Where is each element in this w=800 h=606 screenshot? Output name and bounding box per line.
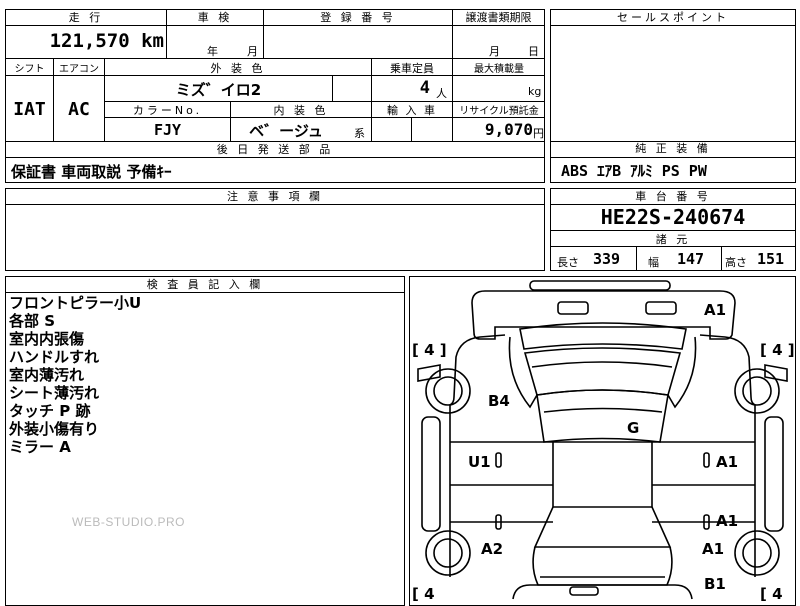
equipment-header: 純 正 装 備 [635,142,711,155]
import-label: 輸 入 車 [387,104,437,117]
car-diagram-box: [ 4 ] [ 4 ] [ 4 [ 4 A1 B4 G U1 A1 A1 A2 … [409,276,796,606]
parts-value: 保証書 車両取説 予備ｷｰ [11,163,172,181]
exterior-color-value: ミズ゛イロ2 [175,81,262,99]
tire-front-left-grade: [ 4 ] [412,341,447,359]
parts-box: 後 日 発 送 部 品 保証書 車両取説 予備ｷｰ [5,141,545,183]
inspection-month: 月 [247,45,258,58]
inspector-box: 検 査 員 記 入 欄 フロントピラー小U 各部 S 室内内張傷 ハンドルすれ … [5,276,405,606]
shift-label: シフト [14,64,45,75]
recycle-value: 9,070 [484,120,533,139]
transfer-day: 日 [528,45,539,58]
damage-a1-rear: A1 [702,540,725,558]
inspection-label: 車 検 [167,10,263,26]
capacity-label: 乗車定員 [390,62,434,75]
transfer-month: 月 [489,45,500,58]
mileage-box: 走 行 121,570 km [5,9,167,59]
damage-g: G [627,419,640,437]
height-value: 151 [757,250,785,268]
watermark: WEB-STUDIO.PRO [72,515,186,529]
chassis-label: 車 台 番 号 [551,189,795,205]
parts-label: 後 日 発 送 部 品 [6,142,544,158]
notes-box: 注 意 事 項 欄 [5,188,545,271]
damage-a1-right-front-door: A1 [716,453,739,471]
transfer-box: 譲渡書類期限 月 日 [452,9,545,59]
sales-point-box: セールスポイント 純 正 装 備 ABS ｴｱB ｱﾙﾐ PS PW [550,9,796,183]
width-value: 147 [677,250,705,268]
length-label: 長さ [557,256,579,269]
inspection-year: 年 [207,45,218,58]
interior-color-value: ベ゛ージュ [249,122,323,140]
specs-label: 諸 元 [655,233,691,246]
load-label: 最大積載量 [474,64,524,75]
remark-line: ミラー A [9,438,71,456]
ac-value: AC [68,99,90,120]
tire-rear-right-grade: [ 4 [760,585,783,603]
damage-u1: U1 [468,453,491,471]
width-label: 幅 [648,256,659,269]
chassis-box: 車 台 番 号 HE22S-240674 諸 元 長さ 339 幅 147 高さ… [550,188,796,271]
mileage-label: 走 行 [6,10,166,26]
remark-line: 室内内張傷 [9,330,85,348]
recycle-unit: 円 [533,127,544,140]
transfer-label: 譲渡書類期限 [453,10,544,26]
capacity-unit: 人 [436,87,447,100]
damage-b1: B1 [704,575,726,593]
remarks-list: フロントピラー小U 各部 S 室内内張傷 ハンドルすれ 室内薄汚れ シート薄汚れ… [9,294,399,456]
length-value: 339 [593,250,621,268]
tire-rear-left-grade: [ 4 [412,585,435,603]
shift-value: IAT [13,99,46,120]
remark-line: フロントピラー小U [9,294,142,312]
color-number-label: カラーNo. [132,104,203,117]
interior-color-label: 内 装 色 [273,104,329,117]
recycle-label: リサイクル預託金 [459,106,539,117]
remark-line: ハンドルすれ [9,348,100,366]
color-number-value: FJY [153,121,182,139]
mileage-value: 121,570 km [6,30,164,52]
remark-line: 室内薄汚れ [9,366,85,384]
interior-color-suffix: 系 [354,127,365,140]
remark-line: シート薄汚れ [9,384,100,402]
inspection-box: 車 検 年 月 [166,9,264,59]
exterior-color-label: 外 装 色 [210,62,266,75]
mileage-unit: km [141,30,164,52]
equipment-value: ABS ｴｱB ｱﾙﾐ PS PW [561,162,707,180]
damage-a1-right-rear-door: A1 [716,512,739,530]
tire-front-right-grade: [ 4 ] [760,341,795,359]
inspector-label: 検 査 員 記 入 欄 [6,277,404,293]
ac-label: エアコン [59,64,99,75]
remark-line: 外装小傷有り [9,420,100,438]
mileage-number: 121,570 [49,30,130,52]
remark-line: 各部 S [9,312,56,330]
notes-label: 注 意 事 項 欄 [6,189,544,205]
vehicle-detail-box: シフト エアコン 外 装 色 乗車定員 最大積載量 IAT AC ミズ゛イロ2 … [5,58,545,142]
car-diagram [417,280,788,600]
height-label: 高さ [725,256,747,269]
remark-line: タッチ P 跡 [9,402,91,420]
capacity-value: 4 [419,78,430,98]
load-unit: kg [528,85,542,98]
damage-a1-front: A1 [704,301,727,319]
damage-a2: A2 [481,540,504,558]
damage-b4: B4 [488,392,510,410]
registration-box: 登 録 番 号 [263,9,453,59]
sales-point-label: セールスポイント [551,10,795,26]
chassis-number: HE22S-240674 [600,205,746,229]
registration-label: 登 録 番 号 [264,10,452,26]
